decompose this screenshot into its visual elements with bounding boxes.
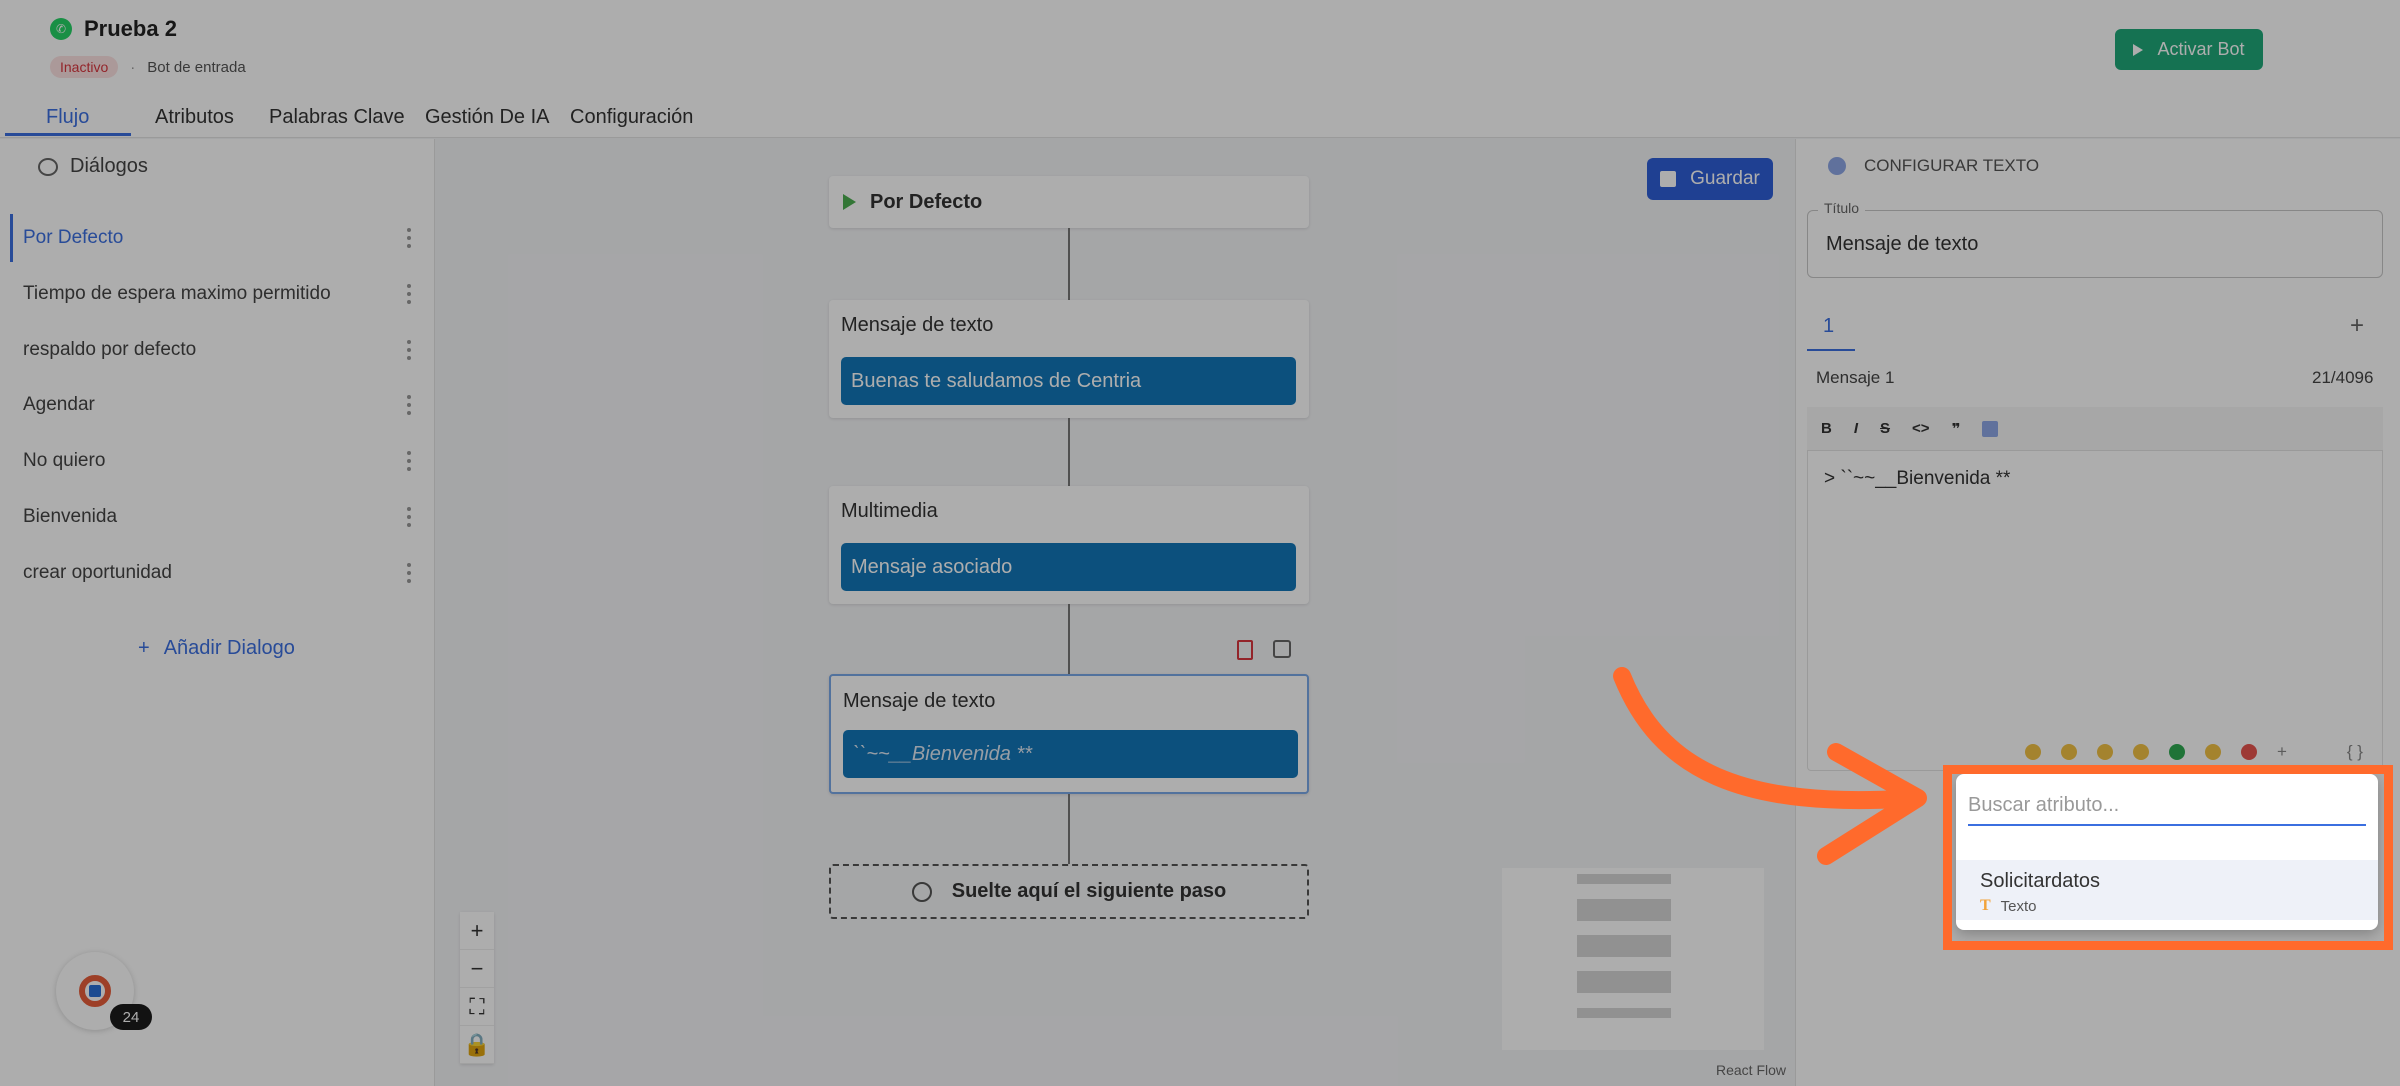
pointer-arrow-icon: [1613, 667, 1927, 865]
highlight-box: [1943, 765, 2393, 950]
